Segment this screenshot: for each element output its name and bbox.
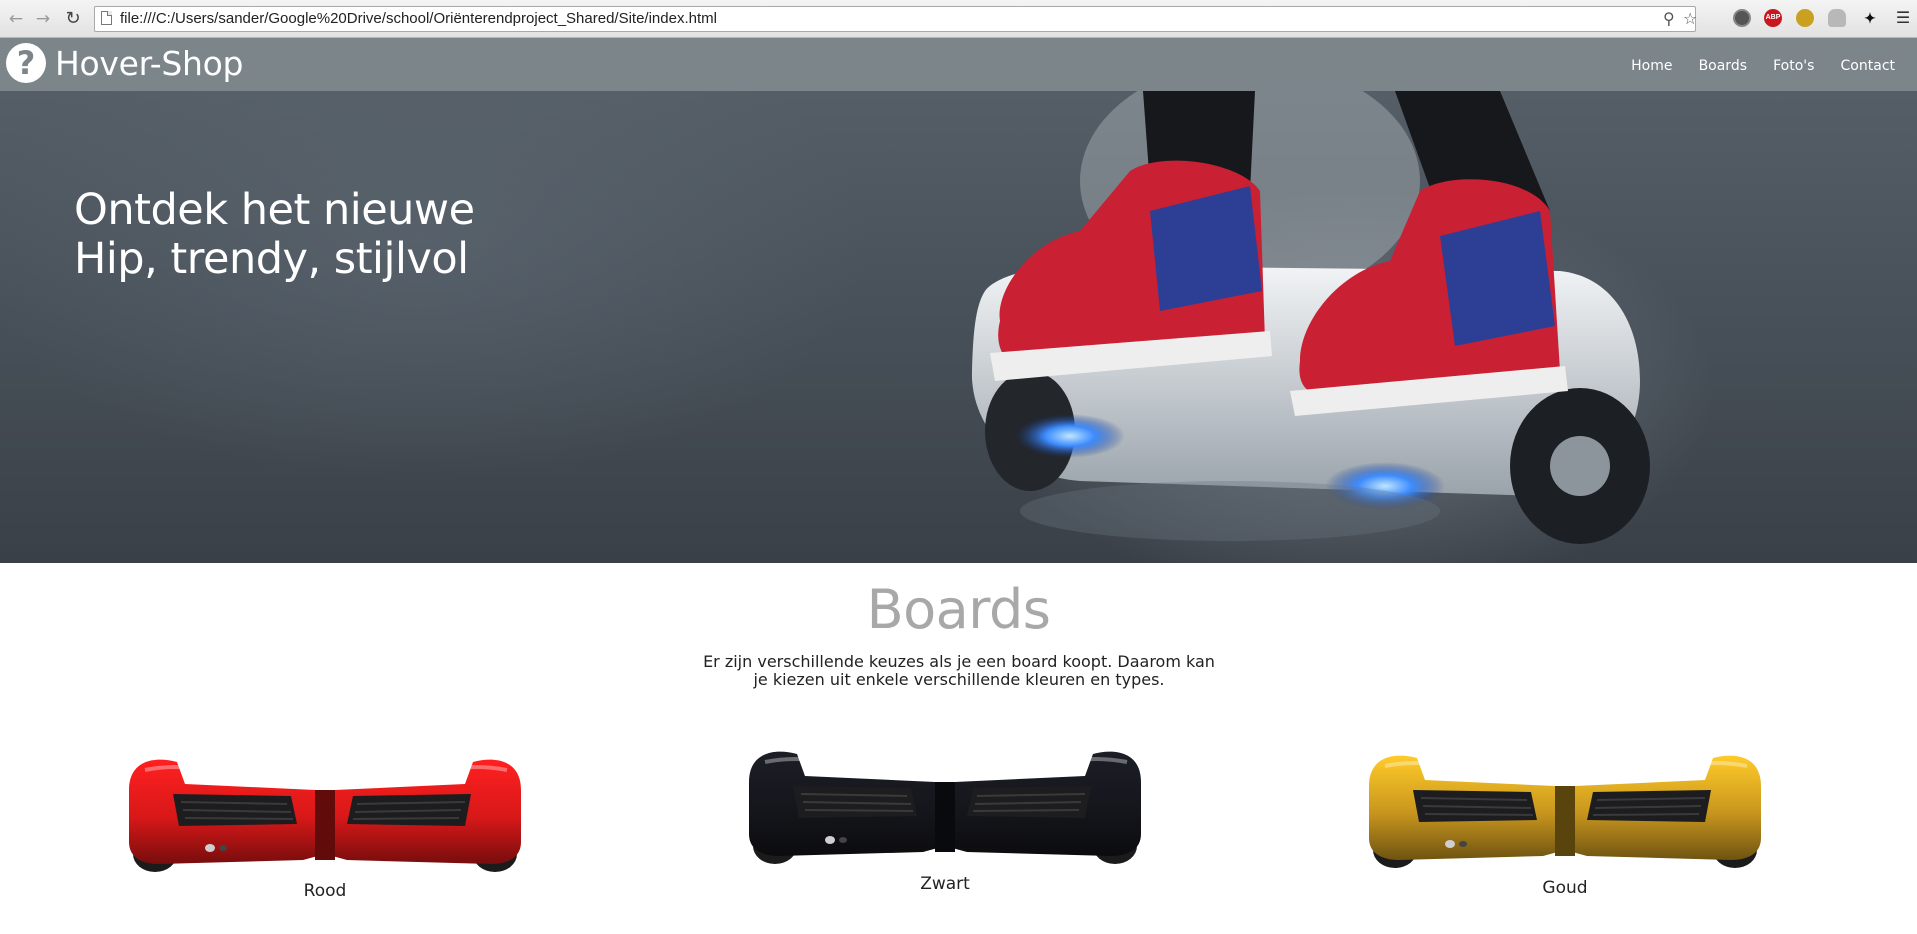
board-label-black[interactable]: Zwart <box>735 874 1155 894</box>
hero-hoverboard-photo <box>971 91 1650 544</box>
adblock-plus-icon[interactable]: ABP <box>1764 9 1782 27</box>
cloud-extension-icon[interactable] <box>1828 9 1846 27</box>
site-header: ? Hover-Shop Home Boards Foto's Contact <box>0 38 1917 91</box>
board-card-red[interactable] <box>115 750 535 878</box>
browser-toolbar: ← → ↻ file:///C:/Users/sander/Google%20D… <box>0 0 1917 38</box>
black-hoverboard-image[interactable] <box>735 742 1155 870</box>
nav-link-fotos[interactable]: Foto's <box>1773 58 1814 74</box>
hero-headline: Ontdek het nieuwe Hip, trendy, stijlvol <box>74 186 475 284</box>
hero-line-1: Ontdek het nieuwe <box>74 185 475 235</box>
board-card-black[interactable] <box>735 742 1155 870</box>
board-label-red[interactable]: Rood <box>115 881 535 901</box>
main-nav: Home Boards Foto's Contact <box>1610 55 1895 74</box>
nav-link-boards[interactable]: Boards <box>1699 58 1747 74</box>
address-bar[interactable]: file:///C:/Users/sander/Google%20Drive/s… <box>94 6 1697 32</box>
page-icon <box>101 11 112 25</box>
boards-heading: Boards <box>866 578 1051 641</box>
boards-description: Er zijn verschillende keuzes als je een … <box>703 652 1215 689</box>
menu-icon[interactable]: ☰ <box>1894 8 1912 28</box>
zoom-icon[interactable]: ⚲ <box>1663 9 1675 28</box>
nav-link-contact[interactable]: Contact <box>1841 58 1895 74</box>
brand-name[interactable]: Hover-Shop <box>55 44 244 83</box>
hero-line-2: Hip, trendy, stijlvol <box>74 234 469 284</box>
red-hoverboard-image[interactable] <box>115 750 535 878</box>
reload-icon[interactable]: ↻ <box>62 8 84 30</box>
url-text[interactable]: file:///C:/Users/sander/Google%20Drive/s… <box>120 10 717 27</box>
board-label-gold[interactable]: Goud <box>1355 878 1775 898</box>
bookmark-star-icon[interactable]: ☆ <box>1683 9 1697 28</box>
nav-link-home[interactable]: Home <box>1631 58 1672 74</box>
cursor-extension-icon[interactable]: ✦ <box>1861 9 1879 27</box>
gold-extension-icon[interactable] <box>1796 9 1814 27</box>
gold-hoverboard-image[interactable] <box>1355 746 1775 874</box>
hero-banner: Ontdek het nieuwe Hip, trendy, stijlvol <box>0 91 1917 563</box>
back-icon[interactable]: ← <box>5 8 27 30</box>
question-logo-icon[interactable]: ? <box>6 43 46 83</box>
forward-icon[interactable]: → <box>32 8 54 30</box>
board-card-gold[interactable] <box>1355 746 1775 874</box>
opera-icon[interactable] <box>1733 9 1751 27</box>
